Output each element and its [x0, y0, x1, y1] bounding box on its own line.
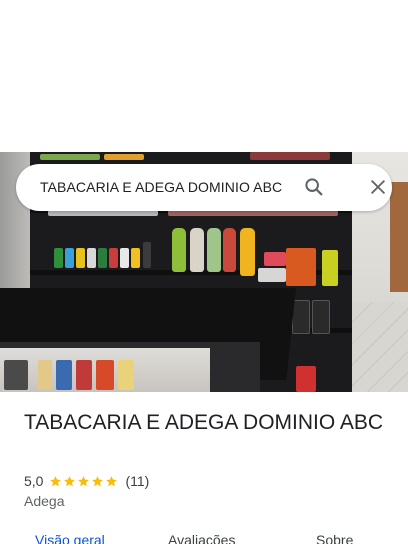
search-icon[interactable]: [303, 176, 325, 198]
photo-bottle: [190, 228, 204, 272]
photo-bottle: [223, 228, 236, 272]
tab-overview[interactable]: Visão geral: [35, 532, 105, 544]
close-icon[interactable]: [368, 177, 388, 197]
photo-can: [76, 248, 85, 268]
place-tabs: Visão geral Avaliações Sobre: [0, 530, 408, 544]
photo-snack: [322, 250, 338, 286]
photo-box: [292, 300, 310, 334]
photo-door: [390, 182, 408, 292]
place-title: TABACARIA E ADEGA DOMINIO ABC: [24, 411, 384, 434]
photo-box: [296, 366, 316, 392]
photo-case-item: [96, 360, 114, 390]
photo-case-item: [4, 360, 28, 390]
photo-can: [131, 248, 140, 268]
photo-floor: [352, 302, 408, 392]
review-count[interactable]: (11): [125, 473, 149, 489]
photo-can: [87, 248, 96, 268]
tab-reviews[interactable]: Avaliações: [168, 532, 235, 544]
star-icon: [106, 475, 118, 486]
photo-case-item: [56, 360, 72, 390]
star-icon: [78, 475, 90, 486]
star-icon: [92, 475, 104, 486]
photo-can: [143, 242, 151, 268]
photo-snack: [258, 268, 286, 282]
top-blank-area: [0, 0, 408, 152]
photo-case-item: [76, 360, 92, 390]
photo-can: [54, 248, 63, 268]
photo-bottle: [240, 228, 255, 276]
star-icon: [50, 475, 62, 486]
photo-product: [104, 154, 144, 160]
photo-can: [109, 248, 118, 268]
star-icon: [64, 475, 76, 486]
photo-product: [40, 154, 100, 160]
photo-case-item: [38, 360, 52, 390]
photo-can: [65, 248, 74, 268]
photo-can: [120, 248, 129, 268]
photo-snack: [264, 252, 286, 266]
photo-box: [312, 300, 330, 334]
place-category: Adega: [24, 493, 65, 509]
photo-bottle: [172, 228, 186, 272]
tab-about[interactable]: Sobre: [316, 532, 353, 544]
search-bar[interactable]: TABACARIA E ADEGA DOMINIO ABC: [16, 164, 392, 211]
search-input[interactable]: TABACARIA E ADEGA DOMINIO ABC: [40, 179, 290, 195]
photo-bottle: [207, 228, 221, 272]
photo-case-item: [118, 360, 134, 390]
rating-value: 5,0: [24, 473, 44, 489]
photo-snack: [286, 248, 316, 286]
star-rating: [49, 475, 119, 488]
rating-row[interactable]: 5,0 (11): [24, 472, 149, 490]
photo-product: [250, 152, 330, 160]
photo-can: [98, 248, 107, 268]
